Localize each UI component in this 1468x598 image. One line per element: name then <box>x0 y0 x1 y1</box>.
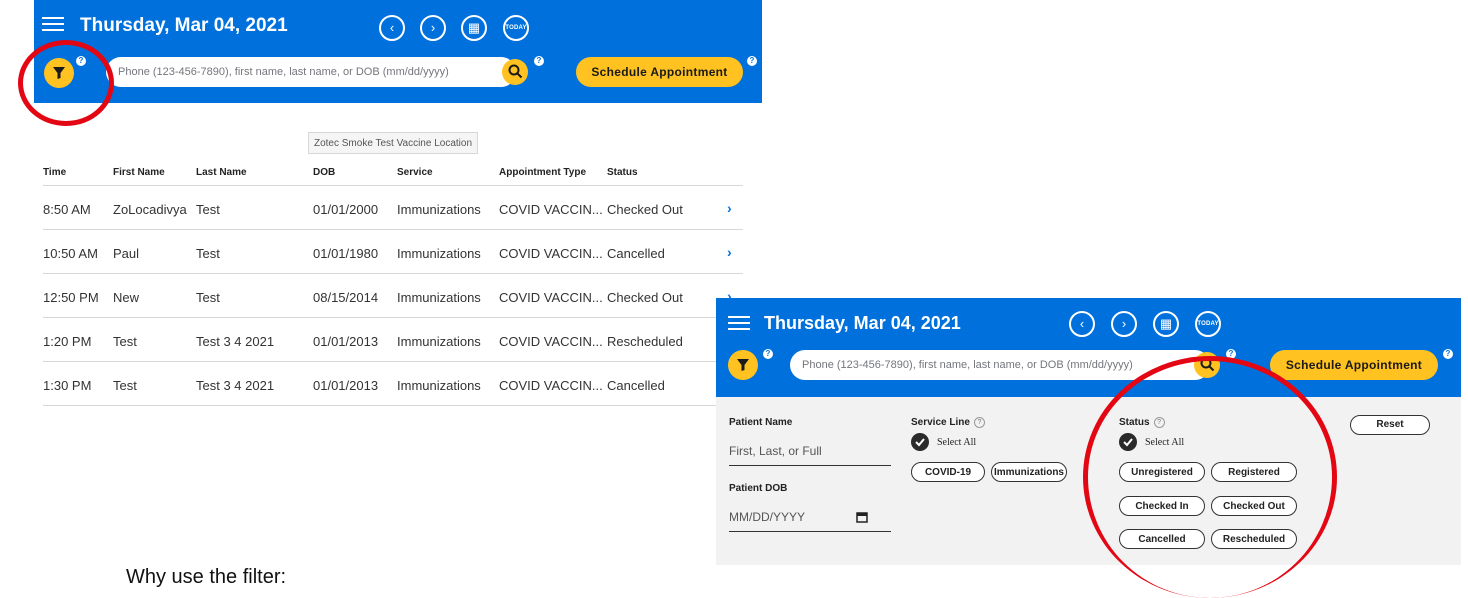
cell-last-name: Test <box>196 246 220 261</box>
cell-time: 1:20 PM <box>43 334 92 349</box>
patient-name-label: Patient Name <box>729 417 793 428</box>
calendar-icon[interactable] <box>856 511 868 523</box>
check-icon <box>915 438 925 447</box>
cell-time: 8:50 AM <box>43 202 91 217</box>
menu-icon[interactable] <box>728 316 750 330</box>
cell-first-name: Paul <box>113 246 140 261</box>
chevron-right-icon[interactable]: › <box>727 244 732 260</box>
cell-service: Immunizations <box>397 290 481 305</box>
col-header-service: Service <box>397 167 433 178</box>
table-row[interactable]: 12:50 PM New Test 08/15/2014 Immunizatio… <box>43 274 743 318</box>
cell-service: Immunizations <box>397 378 481 393</box>
service-line-text: Service Line <box>911 417 970 429</box>
filter-help-icon[interactable]: ? <box>763 349 773 359</box>
table-row[interactable]: 10:50 AM Paul Test 01/01/1980 Immunizati… <box>43 230 743 274</box>
col-header-first-name: First Name <box>113 167 165 178</box>
location-label: Zotec Smoke Test Vaccine Location <box>308 132 478 154</box>
today-button[interactable]: TODAY <box>503 15 529 41</box>
next-day-icon[interactable]: › <box>1111 311 1137 337</box>
filter-panel-header: Thursday, Mar 04, 2021 ‹ › ▦ TODAY ? Pho… <box>716 298 1461 397</box>
cell-last-name: Test <box>196 290 220 305</box>
cell-dob: 01/01/2013 <box>313 378 379 393</box>
highlight-circle-status <box>1083 356 1337 598</box>
col-header-dob: DOB <box>313 167 336 178</box>
header-date: Thursday, Mar 04, 2021 <box>764 313 961 333</box>
prev-day-icon[interactable]: ‹ <box>1069 311 1095 337</box>
col-header-appointment-type: Appointment Type <box>499 167 587 178</box>
search-button[interactable] <box>502 59 528 85</box>
menu-icon[interactable] <box>42 17 64 31</box>
service-select-all-label: Select All <box>937 437 977 448</box>
cell-time: 10:50 AM <box>43 246 98 261</box>
patient-dob-label: Patient DOB <box>729 483 788 494</box>
table-row[interactable]: 1:20 PM Test Test 3 4 2021 01/01/2013 Im… <box>43 318 743 362</box>
header-date: Thursday, Mar 04, 2021 <box>80 15 288 36</box>
col-header-time: Time <box>43 167 67 178</box>
search-icon <box>508 64 523 79</box>
cell-dob: 08/15/2014 <box>313 290 379 305</box>
service-pill-covid-19[interactable]: COVID-19 <box>911 462 985 482</box>
service-line-help-icon[interactable]: ? <box>973 417 985 428</box>
cell-dob: 01/01/2000 <box>313 202 379 217</box>
cell-appointment-type: COVID VACCIN... <box>499 290 603 305</box>
patient-dob-placeholder: MM/DD/YYYY <box>729 510 806 524</box>
cell-last-name: Test 3 4 2021 <box>196 334 275 349</box>
cell-service: Immunizations <box>397 334 481 349</box>
top-header: Thursday, Mar 04, 2021 ‹ › ▦ TODAY ? Pho… <box>34 0 762 103</box>
cell-last-name: Test <box>196 202 220 217</box>
cell-first-name: Test <box>113 378 137 393</box>
schedule-appointment-button[interactable]: Schedule Appointment <box>1270 350 1438 380</box>
schedule-appointment-button[interactable]: Schedule Appointment <box>576 57 743 87</box>
highlight-circle-filter <box>18 40 114 126</box>
search-help-icon[interactable]: ? <box>534 56 544 66</box>
cell-time: 1:30 PM <box>43 378 92 393</box>
cell-first-name: New <box>113 290 140 305</box>
col-header-last-name: Last Name <box>196 167 247 178</box>
reset-button[interactable]: Reset <box>1350 415 1430 435</box>
cell-status: Checked Out <box>607 290 683 305</box>
cell-last-name: Test 3 4 2021 <box>196 378 275 393</box>
cell-status: Cancelled <box>607 246 665 261</box>
calendar-icon[interactable]: ▦ <box>1153 311 1179 337</box>
service-select-all-checkbox[interactable] <box>911 433 929 451</box>
patient-dob-input[interactable]: MM/DD/YYYY <box>729 510 891 532</box>
next-day-icon[interactable]: › <box>420 15 446 41</box>
cell-dob: 01/01/2013 <box>313 334 379 349</box>
today-button[interactable]: TODAY <box>1195 311 1221 337</box>
cell-appointment-type: COVID VACCIN... <box>499 334 603 349</box>
cell-status: Rescheduled <box>607 334 683 349</box>
chevron-right-icon[interactable]: › <box>727 200 732 216</box>
cell-appointment-type: COVID VACCIN... <box>499 378 603 393</box>
cell-dob: 01/01/1980 <box>313 246 379 261</box>
funnel-icon <box>737 359 749 371</box>
service-line-label: Service Line? <box>911 417 985 428</box>
cell-status: Cancelled <box>607 378 665 393</box>
schedule-help-icon[interactable]: ? <box>1443 349 1453 359</box>
cell-service: Immunizations <box>397 246 481 261</box>
cell-service: Immunizations <box>397 202 481 217</box>
cell-first-name: ZoLocadivya <box>113 202 187 217</box>
table-row[interactable]: 8:50 AM ZoLocadivya Test 01/01/2000 Immu… <box>43 186 743 230</box>
search-input[interactable]: Phone (123-456-7890), first name, last n… <box>106 57 516 87</box>
caption-text: Why use the filter: <box>126 566 287 588</box>
calendar-icon[interactable]: ▦ <box>461 15 487 41</box>
cell-first-name: Test <box>113 334 137 349</box>
service-pill-immunizations[interactable]: Immunizations <box>991 462 1067 482</box>
filter-button[interactable] <box>728 350 758 380</box>
col-header-status: Status <box>607 167 638 178</box>
schedule-help-icon[interactable]: ? <box>747 56 757 66</box>
cell-appointment-type: COVID VACCIN... <box>499 202 603 217</box>
patient-name-input[interactable]: First, Last, or Full <box>729 444 891 466</box>
cell-time: 12:50 PM <box>43 290 99 305</box>
cell-status: Checked Out <box>607 202 683 217</box>
cell-appointment-type: COVID VACCIN... <box>499 246 603 261</box>
prev-day-icon[interactable]: ‹ <box>379 15 405 41</box>
table-row[interactable]: 1:30 PM Test Test 3 4 2021 01/01/2013 Im… <box>43 362 743 406</box>
